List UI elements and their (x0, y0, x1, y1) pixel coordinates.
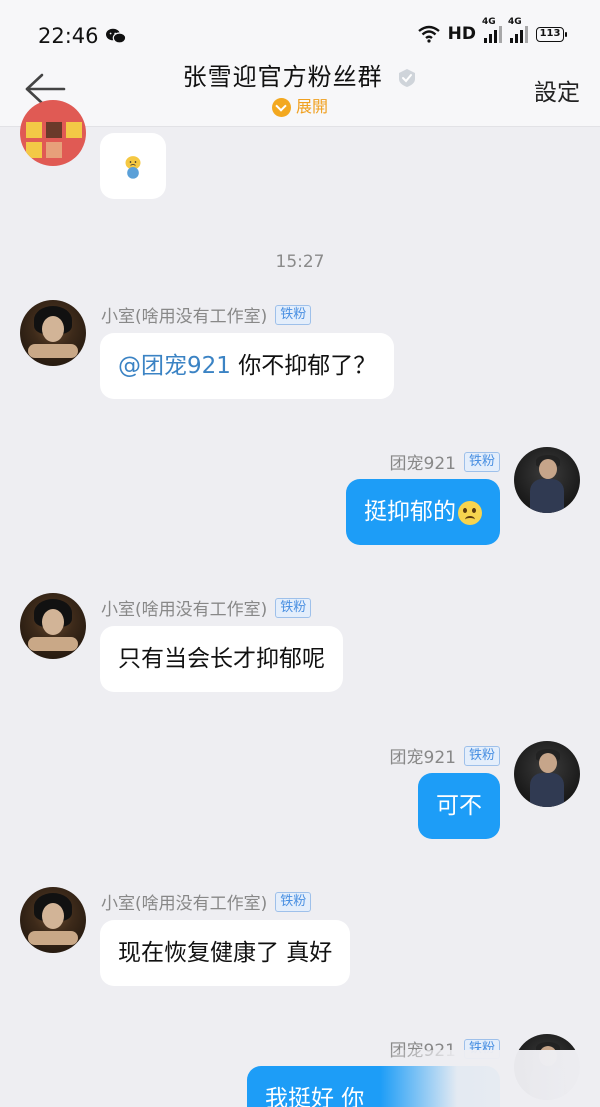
group-title-text: 张雪迎官方粉丝群 (182, 63, 383, 91)
sender-name: 小室(啥用没有工作室) 铁粉 (101, 889, 312, 914)
wechat-notification-icon (106, 28, 126, 44)
mention-link[interactable]: @团宠921 (118, 353, 231, 379)
message-text: 挺抑郁的 (364, 499, 456, 525)
chevron-down-icon (271, 98, 291, 117)
fan-badge: 铁粉 (463, 451, 500, 472)
sender-label: 团宠921 (389, 454, 456, 474)
group-title[interactable]: 张雪迎官方粉丝群 (0, 57, 600, 92)
status-icons: HD 4G 4G 113 (417, 17, 567, 44)
message-text: 只有当会长才抑郁呢 (118, 646, 325, 672)
fan-badge: 铁粉 (275, 304, 312, 325)
chat-header: 张雪迎官方粉丝群 展開 設定 (0, 55, 600, 127)
avatar[interactable] (514, 741, 580, 807)
sad-face-emoji-icon (458, 500, 482, 525)
message-text: 现在恢复健康了 真好 (118, 940, 333, 966)
sender-label: 团宠921 (389, 748, 456, 768)
avatar[interactable] (20, 887, 86, 953)
time-divider: 15:27 (275, 252, 325, 272)
avatar[interactable] (20, 593, 86, 659)
message-bubble[interactable]: 可不 (418, 773, 500, 839)
message-bubble[interactable]: @团宠921 你不抑郁了？ (100, 333, 395, 399)
network-label: 4G (508, 17, 522, 27)
sender-label: 小室(啥用没有工作室) (101, 307, 268, 327)
avatar[interactable] (20, 100, 86, 166)
sender-name: 团宠921 铁粉 (390, 449, 500, 474)
watermark-blur (380, 1050, 600, 1107)
battery-icon: 113 (536, 26, 567, 42)
signal-icon: 4G (482, 17, 502, 43)
message-bubble[interactable] (100, 133, 166, 199)
message-bubble[interactable]: 挺抑郁的 (346, 479, 500, 545)
emoji-sticker-icon (125, 155, 141, 179)
verified-icon (399, 69, 416, 87)
network-label: 4G (482, 17, 496, 27)
message-text: 我挺好 你 (265, 1086, 365, 1107)
message-bubble[interactable]: 只有当会长才抑郁呢 (100, 626, 343, 692)
status-time: 22:46 (38, 24, 99, 48)
hd-label: HD (447, 24, 476, 44)
settings-button[interactable]: 設定 (534, 73, 580, 107)
sender-name: 小室(啥用没有工作室) 铁粉 (101, 595, 312, 620)
fan-badge: 铁粉 (275, 597, 312, 618)
signal-icon: 4G (508, 17, 528, 43)
sender-name: 小室(啥用没有工作室) 铁粉 (101, 302, 312, 327)
fan-badge: 铁粉 (463, 745, 500, 766)
expand-toggle[interactable]: 展開 (0, 93, 600, 117)
avatar[interactable] (20, 300, 86, 366)
message-text: 可不 (436, 793, 482, 819)
expand-label: 展開 (295, 97, 328, 116)
message-bubble[interactable]: 现在恢复健康了 真好 (100, 920, 351, 986)
message-text: 你不抑郁了？ (230, 353, 377, 379)
wifi-icon (417, 25, 440, 43)
sender-name: 团宠921 铁粉 (390, 743, 500, 768)
sender-label: 小室(啥用没有工作室) (101, 894, 268, 914)
avatar[interactable] (514, 447, 580, 513)
fan-badge: 铁粉 (275, 891, 312, 912)
sender-label: 小室(啥用没有工作室) (101, 600, 268, 620)
